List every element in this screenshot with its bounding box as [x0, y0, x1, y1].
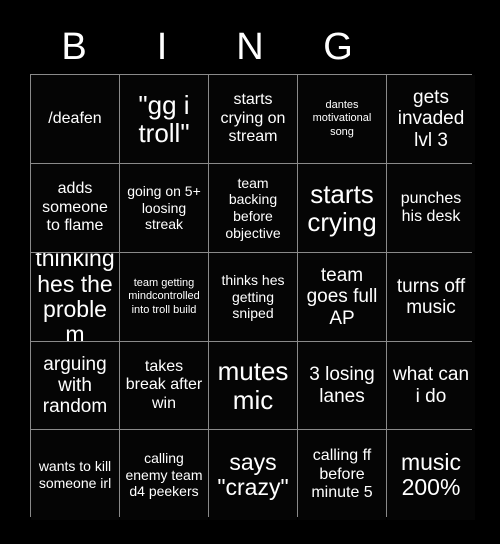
bingo-cell-label: /deafen — [48, 109, 102, 127]
bingo-cell[interactable]: starts crying — [298, 164, 386, 252]
bingo-cell[interactable]: thinks hes getting sniped — [209, 253, 297, 341]
bingo-cell[interactable]: takes break after win — [120, 342, 208, 429]
bingo-cell[interactable]: starts crying on stream — [209, 75, 297, 163]
bingo-cell-label: thinks hes getting sniped — [221, 272, 285, 322]
bingo-header-letter-4 — [382, 20, 470, 74]
bingo-header-letter-1: I — [156, 26, 168, 68]
bingo-card: B I N G /deafen "gg i troll" starts crying on… — [0, 0, 500, 544]
bingo-cell[interactable]: mutes mic — [209, 342, 297, 429]
bingo-cell[interactable]: dantes motivational song — [298, 75, 386, 163]
bingo-cell-label: going on 5+ loosing streak — [127, 183, 201, 233]
bingo-cell-label: arguing with random — [42, 353, 108, 418]
bingo-cell[interactable]: calling ff before minute 5 — [298, 430, 386, 520]
bingo-cell-label: punches his desk — [400, 189, 462, 225]
bingo-cell[interactable]: team backing before objective — [209, 164, 297, 252]
bingo-cell-label: gets invaded lvl 3 — [397, 87, 465, 151]
bingo-cell[interactable]: arguing with random — [31, 342, 119, 429]
bingo-cell[interactable]: adds someone to flame — [31, 164, 119, 252]
bingo-cell-label: team goes full AP — [306, 265, 378, 329]
bingo-header: BING — [30, 20, 470, 74]
bingo-cell[interactable]: says "crazy" — [209, 430, 297, 520]
bingo-cell[interactable]: /deafen — [31, 75, 119, 163]
bingo-cell[interactable]: "gg i troll" — [120, 75, 208, 163]
bingo-header-letter-0: B — [61, 26, 87, 68]
bingo-cell-label: wants to kill someone irl — [38, 458, 112, 491]
bingo-cell-label: adds someone to flame — [42, 180, 108, 235]
bingo-header-letter-3: G — [323, 26, 353, 68]
bingo-cell[interactable]: calling enemy team d4 peekers — [120, 430, 208, 520]
bingo-cell-label: what can i do — [392, 364, 470, 407]
bingo-cell-label: says "crazy" — [217, 448, 289, 500]
bingo-cell-label: starts crying — [307, 178, 377, 237]
bingo-cell[interactable]: wants to kill someone irl — [31, 430, 119, 520]
bingo-cell-label: mutes mic — [217, 356, 289, 415]
bingo-cell-label: calling enemy team d4 peekers — [125, 450, 203, 500]
bingo-cell-label: thinking hes the problem — [35, 253, 115, 341]
bingo-cell-label: 3 losing lanes — [309, 364, 375, 407]
bingo-cell-label: team getting mindcontrolled into troll b… — [128, 277, 200, 316]
bingo-cell-label: calling ff before minute 5 — [311, 447, 373, 502]
bingo-cell[interactable]: 3 losing lanes — [298, 342, 386, 429]
bingo-cell-label: turns off music — [396, 275, 466, 318]
bingo-header-letter-2: N — [236, 26, 264, 68]
bingo-cell-label: team backing before objective — [225, 174, 281, 241]
bingo-cell[interactable]: team goes full AP — [298, 253, 386, 341]
bingo-cell[interactable]: thinking hes the problem — [31, 253, 119, 341]
bingo-cell[interactable]: what can i do — [387, 342, 475, 429]
bingo-cell[interactable]: team getting mindcontrolled into troll b… — [120, 253, 208, 341]
bingo-cell-label: dantes motivational song — [312, 99, 372, 138]
bingo-cell-label: music 200% — [400, 448, 462, 500]
bingo-cell[interactable]: gets invaded lvl 3 — [387, 75, 475, 163]
bingo-cell[interactable]: punches his desk — [387, 164, 475, 252]
bingo-cell-label: takes break after win — [125, 357, 203, 412]
bingo-cell-label: "gg i troll" — [138, 89, 190, 148]
bingo-cell[interactable]: music 200% — [387, 430, 475, 520]
bingo-cell[interactable]: going on 5+ loosing streak — [120, 164, 208, 252]
bingo-grid: /deafen "gg i troll" starts crying on stre… — [30, 74, 475, 520]
bingo-cell[interactable]: turns off music — [387, 253, 475, 341]
bingo-cell-label: starts crying on stream — [220, 91, 286, 146]
